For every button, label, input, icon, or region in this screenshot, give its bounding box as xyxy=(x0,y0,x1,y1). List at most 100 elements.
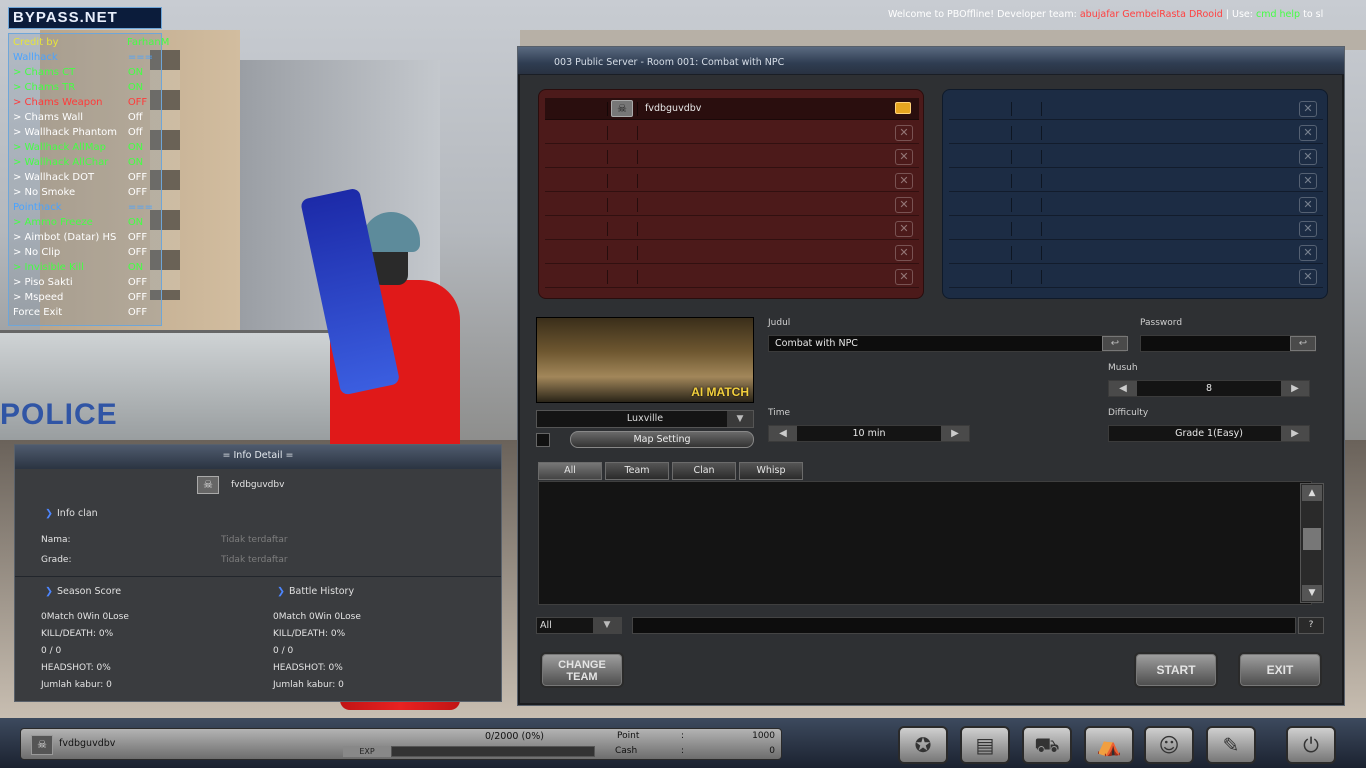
cheat-value: OFF xyxy=(127,97,148,108)
shop-icon[interactable]: ⛟ xyxy=(1022,726,1072,764)
cheat-name: > No Smoke xyxy=(13,187,76,198)
blue-slot[interactable]: ✕ xyxy=(949,98,1323,120)
red-slot[interactable]: ✕ xyxy=(545,170,919,192)
start-button[interactable]: START xyxy=(1134,652,1218,688)
red-slot[interactable]: ✕ xyxy=(545,218,919,240)
close-slot-icon[interactable]: ✕ xyxy=(895,221,913,237)
red-slot[interactable]: ✕ xyxy=(545,122,919,144)
cheat-row: Credit by FarhanM xyxy=(13,35,170,50)
chat-input[interactable] xyxy=(632,617,1296,634)
difficulty-select[interactable]: Grade 1(Easy) ▶ xyxy=(1108,425,1310,442)
red-slot[interactable]: ✕ xyxy=(545,242,919,264)
arrow-left-icon[interactable]: ◀ xyxy=(1109,381,1137,396)
cheat-name: > Wallhack AllMap xyxy=(13,142,106,153)
blue-slot[interactable]: ✕ xyxy=(949,266,1323,288)
chat-mode-value: All xyxy=(540,620,552,631)
slot-divider xyxy=(1041,102,1042,116)
map-setting-button[interactable]: Map Setting xyxy=(570,431,754,448)
red-slot[interactable]: ✕ xyxy=(545,266,919,288)
blue-slot[interactable]: ✕ xyxy=(949,194,1323,216)
power-icon[interactable]: ⏻ xyxy=(1286,726,1336,764)
chevron-down-icon[interactable]: ▼ xyxy=(593,618,621,633)
close-slot-icon[interactable]: ✕ xyxy=(1299,125,1317,141)
chat-mode-select[interactable]: All ▼ xyxy=(536,617,622,634)
map-select[interactable]: Luxville ▼ xyxy=(536,410,754,428)
chat-log xyxy=(538,481,1312,605)
chat-scrollbar[interactable]: ▲ ▼ xyxy=(1300,483,1324,603)
welcome-cmd: cmd help xyxy=(1256,9,1301,20)
close-slot-icon[interactable]: ✕ xyxy=(1299,221,1317,237)
arrow-left-icon[interactable]: ◀ xyxy=(769,426,797,441)
slot-divider xyxy=(1041,126,1042,140)
close-slot-icon[interactable]: ✕ xyxy=(1299,101,1317,117)
slot-divider xyxy=(637,222,638,236)
close-slot-icon[interactable]: ✕ xyxy=(1299,245,1317,261)
arrow-right-icon[interactable]: ▶ xyxy=(1281,381,1309,396)
cheat-row: > Wallhack AllMap ON xyxy=(13,140,157,155)
close-slot-icon[interactable]: ✕ xyxy=(895,149,913,165)
close-slot-icon[interactable]: ✕ xyxy=(1299,269,1317,285)
close-slot-icon[interactable]: ✕ xyxy=(895,269,913,285)
close-slot-icon[interactable]: ✕ xyxy=(895,245,913,261)
slot-divider xyxy=(607,222,608,236)
scroll-up-icon[interactable]: ▲ xyxy=(1302,485,1322,501)
edit-icon[interactable]: ↩ xyxy=(1290,336,1316,351)
community-icon[interactable]: ☺ xyxy=(1144,726,1194,764)
arrow-right-icon[interactable]: ▶ xyxy=(941,426,969,441)
slot-divider xyxy=(637,270,638,284)
time-stepper[interactable]: ◀ 10 min ▶ xyxy=(768,425,970,442)
close-slot-icon[interactable]: ✕ xyxy=(1299,149,1317,165)
cheat-name: Force Exit xyxy=(13,307,63,318)
close-slot-icon[interactable]: ✕ xyxy=(1299,173,1317,189)
red-slot[interactable]: ☠ fvdbguvdbv xyxy=(545,98,919,120)
red-slot[interactable]: ✕ xyxy=(545,194,919,216)
close-slot-icon[interactable]: ✕ xyxy=(895,125,913,141)
cart-icon[interactable]: ⛺ xyxy=(1084,726,1134,764)
cheat-row: > No Clip OFF xyxy=(13,245,157,260)
slot-divider xyxy=(607,270,608,284)
blue-slot[interactable]: ✕ xyxy=(949,242,1323,264)
scroll-thumb[interactable] xyxy=(1303,528,1321,550)
cheat-row: > Aimbot (Datar) HS OFF xyxy=(13,230,157,245)
change-team-button[interactable]: CHANGE TEAM xyxy=(540,652,624,688)
cheat-name: > Piso Sakti xyxy=(13,277,73,288)
blue-slot[interactable]: ✕ xyxy=(949,170,1323,192)
judul-field[interactable]: Combat with NPC xyxy=(768,335,1126,352)
chevron-down-icon[interactable]: ▼ xyxy=(727,411,753,427)
cheat-value: FarhanM xyxy=(127,37,170,48)
slot-divider xyxy=(1041,222,1042,236)
info-detail-title: = Info Detail = xyxy=(15,445,501,469)
close-slot-icon[interactable]: ✕ xyxy=(895,197,913,213)
chat-help-button[interactable]: ? xyxy=(1298,617,1324,634)
point-value: 1000 xyxy=(752,731,775,741)
edit-icon[interactable]: ↩ xyxy=(1102,336,1128,351)
chat-tab[interactable]: Team xyxy=(605,462,669,480)
settings-icon[interactable]: ✎ xyxy=(1206,726,1256,764)
close-slot-icon[interactable]: ✕ xyxy=(895,173,913,189)
clan-icon[interactable]: ✪ xyxy=(898,726,948,764)
cheat-name: > Ammo Freeze xyxy=(13,217,93,228)
cheat-name: > Mspeed xyxy=(13,292,64,303)
cheat-name: Wallhack xyxy=(13,52,58,63)
chat-tab[interactable]: Clan xyxy=(672,462,736,480)
blue-slot[interactable]: ✕ xyxy=(949,146,1323,168)
chat-tab[interactable]: All xyxy=(538,462,602,480)
musuh-stepper[interactable]: ◀ 8 ▶ xyxy=(1108,380,1310,397)
chat-tab[interactable]: Whisp xyxy=(739,462,803,480)
red-slot[interactable]: ✕ xyxy=(545,146,919,168)
blue-slot[interactable]: ✕ xyxy=(949,122,1323,144)
map-setting-checkbox[interactable] xyxy=(536,433,550,447)
map-preview[interactable]: AI MATCH xyxy=(536,317,754,403)
cheat-row: > Chams CT ON xyxy=(13,65,157,80)
welcome-team: abujafar GembelRasta DRooid xyxy=(1079,9,1223,20)
close-slot-icon[interactable]: ✕ xyxy=(1299,197,1317,213)
cheat-name: Pointhack xyxy=(13,202,62,213)
chevron-right-icon: ❯ xyxy=(45,586,53,597)
season-kd-nums: 0 / 0 xyxy=(41,646,62,656)
scroll-down-icon[interactable]: ▼ xyxy=(1302,585,1322,601)
blue-slot[interactable]: ✕ xyxy=(949,218,1323,240)
inventory-icon[interactable]: ▤ xyxy=(960,726,1010,764)
exit-button[interactable]: EXIT xyxy=(1238,652,1322,688)
cheat-value: OFF xyxy=(127,307,148,318)
arrow-right-icon[interactable]: ▶ xyxy=(1281,426,1309,441)
